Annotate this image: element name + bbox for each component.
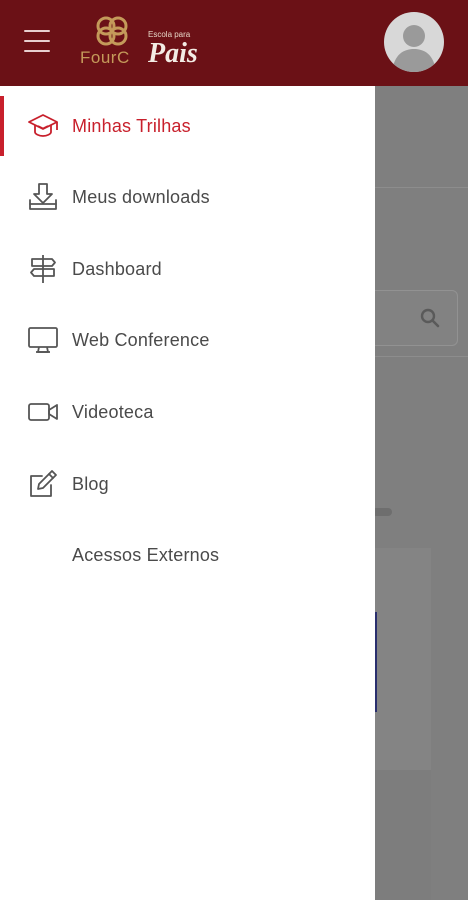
- download-tray-icon: [27, 181, 59, 213]
- nav-item-label: Blog: [72, 473, 109, 494]
- nav-item-dashboard[interactable]: Dashboard: [0, 239, 375, 299]
- nav-item-label: Acessos Externos: [72, 544, 220, 565]
- logo-knot-icon: [96, 16, 128, 46]
- nav-item-label: Meus downloads: [72, 186, 210, 207]
- signpost-icon: [27, 253, 59, 285]
- logo-brand-text: FourC: [80, 48, 130, 67]
- edit-icon: [27, 468, 59, 500]
- background-divider: [375, 187, 468, 188]
- nav-item-label: Web Conference: [72, 329, 210, 350]
- hamburger-icon[interactable]: [24, 30, 50, 54]
- app-logo[interactable]: FourC Escola para Pais: [78, 12, 208, 76]
- nav-item-blog[interactable]: Blog: [0, 454, 375, 514]
- navigation-drawer: Minhas Trilhas Meus downloads Dashboard: [0, 86, 375, 900]
- graduation-cap-icon: [27, 110, 59, 142]
- search-icon: [420, 308, 440, 328]
- app-header: FourC Escola para Pais: [0, 0, 468, 86]
- logo-script-text: Pais: [148, 38, 198, 69]
- background-card: [375, 770, 431, 900]
- background-divider: [375, 356, 468, 357]
- video-camera-icon: [27, 396, 59, 428]
- nav-item-web-conference[interactable]: Web Conference: [0, 310, 375, 370]
- nav-item-minhas-trilhas[interactable]: Minhas Trilhas: [0, 96, 375, 156]
- nav-item-label: Minhas Trilhas: [72, 115, 191, 136]
- nav-item-acessos-externos[interactable]: Acessos Externos: [0, 525, 375, 585]
- nav-item-meus-downloads[interactable]: Meus downloads: [0, 167, 375, 227]
- nav-item-label: Dashboard: [72, 258, 162, 279]
- user-avatar-icon[interactable]: [384, 12, 444, 72]
- nav-item-label: Videoteca: [72, 401, 154, 422]
- monitor-icon: [27, 324, 59, 356]
- background-card: [375, 548, 431, 770]
- nav-item-videoteca[interactable]: Videoteca: [0, 382, 375, 442]
- background-pill: [372, 508, 392, 516]
